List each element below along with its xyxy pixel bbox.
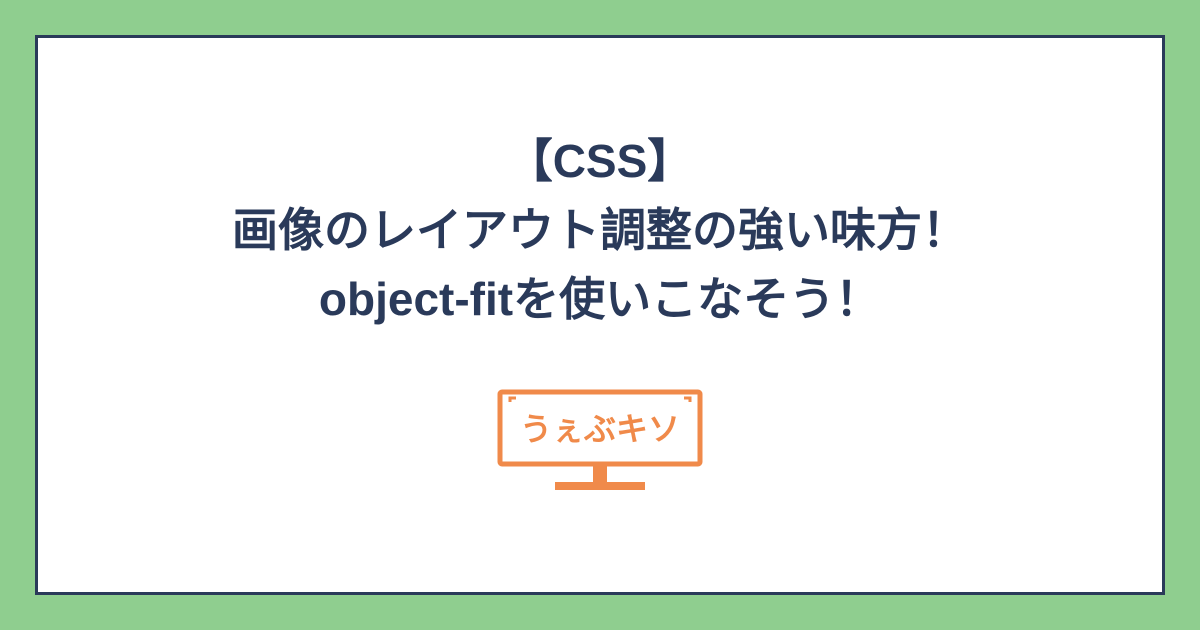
monitor-icon: うぇぶキソ (480, 384, 720, 504)
title-line-3: object-fitを使いこなそう！ (232, 265, 968, 334)
logo-text-svg: うぇぶキソ (520, 411, 680, 447)
logo-block: うぇぶキソ (480, 384, 720, 504)
content-card: 【CSS】 画像のレイアウト調整の強い味方！ object-fitを使いこなそう… (35, 35, 1165, 595)
title-block: 【CSS】 画像のレイアウト調整の強い味方！ object-fitを使いこなそう… (232, 127, 968, 334)
title-line-1: 【CSS】 (232, 127, 968, 196)
title-line-2: 画像のレイアウト調整の強い味方！ (232, 196, 968, 265)
